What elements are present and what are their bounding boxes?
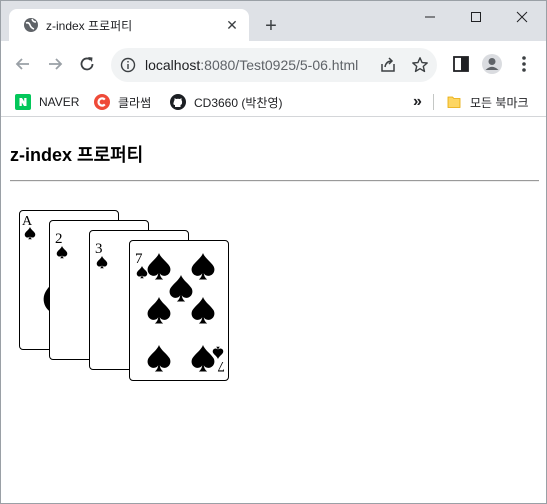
maximize-icon bbox=[471, 12, 481, 22]
horizontal-rule bbox=[10, 180, 539, 182]
bookmark-label: 클라썸 bbox=[118, 95, 152, 110]
github-icon bbox=[170, 94, 186, 110]
url-text[interactable]: localhost:8080/Test0925/5-06.html bbox=[145, 57, 358, 73]
close-window-button[interactable] bbox=[499, 3, 545, 31]
naver-icon bbox=[15, 94, 31, 110]
close-icon bbox=[516, 11, 528, 23]
tab-title: z-index 프로퍼티 bbox=[46, 19, 133, 33]
star-bookmark-icon[interactable] bbox=[411, 56, 429, 74]
card-rank: A bbox=[22, 214, 33, 229]
overflow-chevron: » bbox=[413, 93, 422, 110]
classum-icon bbox=[94, 94, 110, 110]
bookmark-naver[interactable]: NAVER bbox=[15, 92, 79, 112]
folder-icon bbox=[446, 94, 462, 110]
globe-icon bbox=[23, 17, 39, 33]
close-tab-icon[interactable]: ✕ bbox=[223, 16, 241, 34]
card-rank: 7 bbox=[135, 251, 143, 267]
card-rank: 2 bbox=[55, 231, 63, 247]
minimize-icon bbox=[425, 16, 435, 18]
bookmarks-overflow-button[interactable]: » bbox=[413, 92, 422, 112]
bookmark-github[interactable]: CD3660 (박찬영) bbox=[170, 92, 282, 112]
reload-button[interactable] bbox=[74, 51, 100, 77]
share-icon[interactable] bbox=[379, 56, 397, 74]
tab-strip: z-index 프로퍼티 ✕ + bbox=[1, 1, 546, 41]
active-tab[interactable]: z-index 프로퍼티 ✕ bbox=[9, 9, 249, 41]
bookmarks-divider bbox=[433, 94, 434, 110]
maximize-button[interactable] bbox=[453, 3, 499, 31]
bookmarks-bar: NAVER 클라썸 CD3660 (박찬영) » 모든 북마크 bbox=[1, 87, 546, 117]
card-rank: 3 bbox=[95, 241, 103, 257]
toolbar: localhost:8080/Test0925/5-06.html bbox=[1, 41, 546, 87]
more-menu-icon[interactable] bbox=[513, 53, 535, 75]
profile-avatar-icon[interactable] bbox=[481, 53, 503, 75]
all-bookmarks-folder[interactable]: 모든 북마크 bbox=[446, 92, 529, 112]
forward-button[interactable] bbox=[42, 51, 68, 77]
bookmark-label: CD3660 (박찬영) bbox=[194, 95, 283, 110]
new-tab-icon[interactable]: + bbox=[259, 14, 283, 38]
url-host: localhost bbox=[145, 57, 201, 73]
address-bar[interactable]: localhost:8080/Test0925/5-06.html bbox=[111, 48, 437, 82]
side-panel-icon[interactable] bbox=[450, 53, 472, 75]
reload-icon bbox=[80, 57, 94, 71]
info-icon[interactable] bbox=[120, 57, 136, 78]
bookmark-label: NAVER bbox=[39, 95, 80, 109]
bookmark-classum[interactable]: 클라썸 bbox=[94, 92, 151, 112]
back-arrow-icon bbox=[15, 58, 29, 70]
page-title: z-index 프로퍼티 bbox=[10, 145, 144, 165]
back-button[interactable] bbox=[10, 51, 36, 77]
page-content: z-index 프로퍼티 A 2 3 7 7 bbox=[1, 118, 546, 503]
minimize-button[interactable] bbox=[407, 3, 453, 31]
bookmark-label: 모든 북마크 bbox=[470, 95, 529, 110]
url-path: :8080/Test0925/5-06.html bbox=[200, 57, 359, 73]
forward-arrow-icon bbox=[49, 58, 63, 70]
browser-window: z-index 프로퍼티 ✕ + localhost:8080/Test0925… bbox=[0, 0, 547, 504]
card-rank-inverted: 7 bbox=[217, 358, 225, 374]
card-seven-of-spades: 7 7 bbox=[129, 240, 229, 381]
